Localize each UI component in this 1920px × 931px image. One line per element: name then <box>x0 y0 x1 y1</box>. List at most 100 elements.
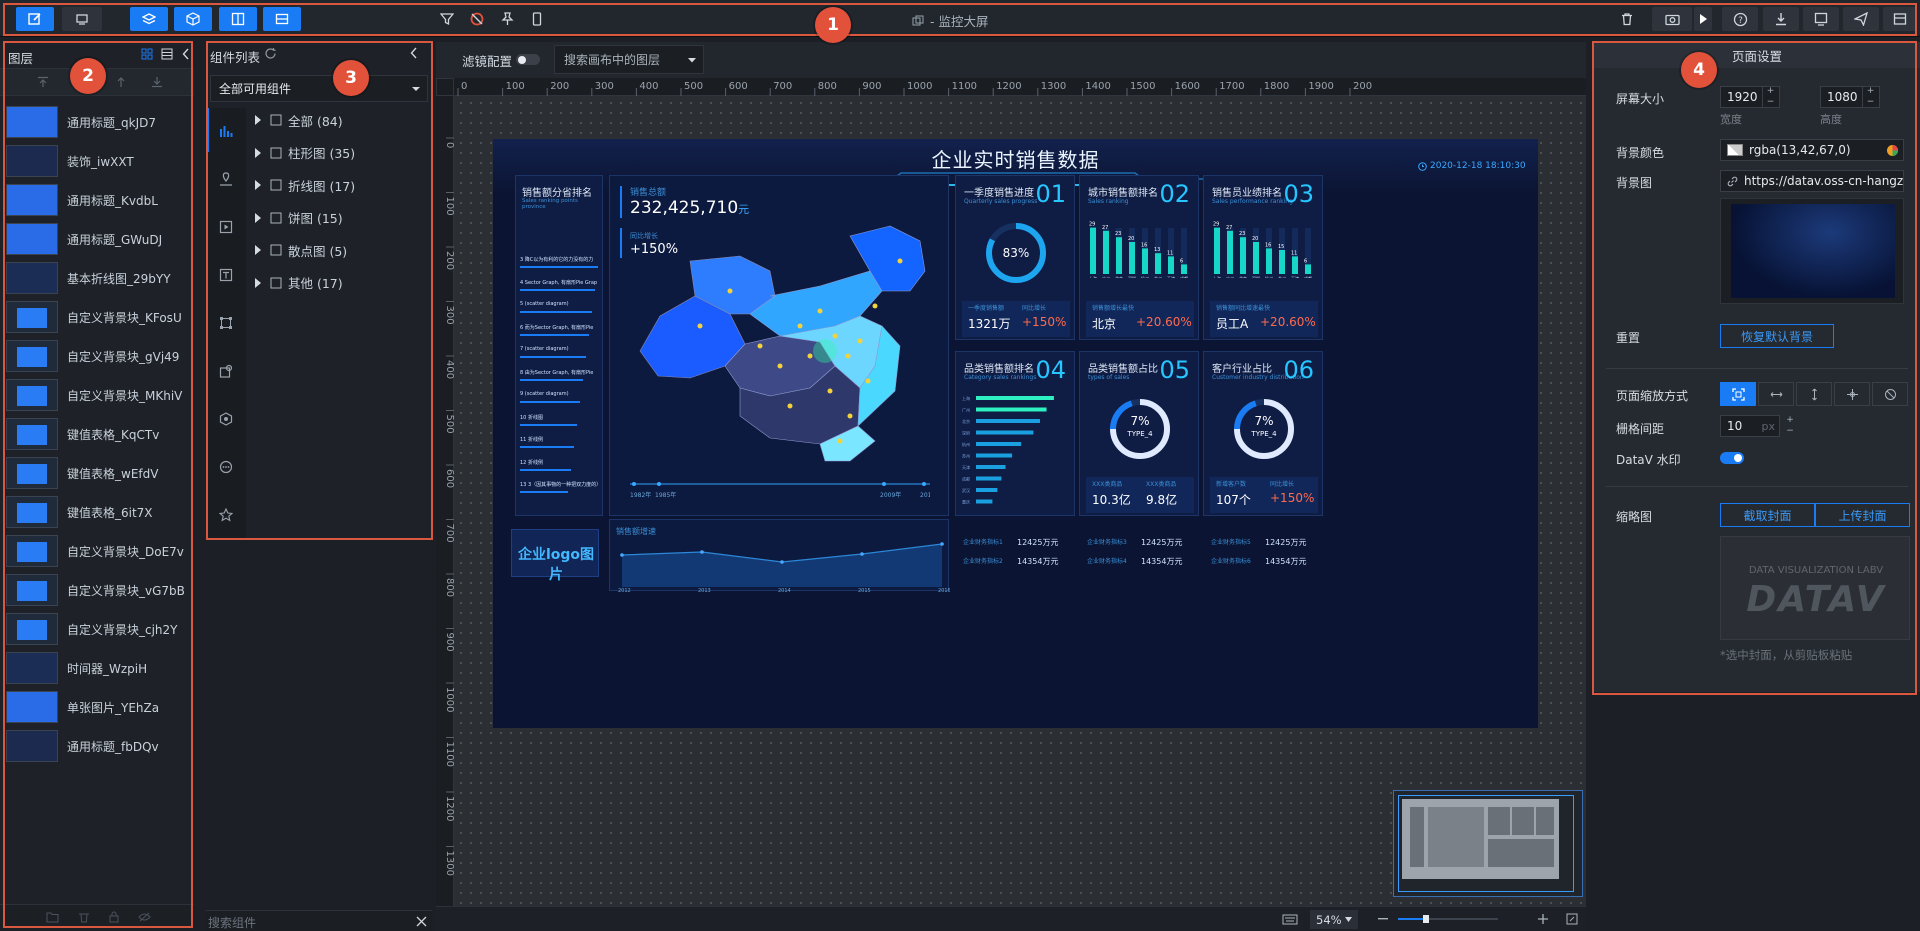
mobile-icon[interactable] <box>524 7 550 31</box>
keyboard-icon[interactable] <box>1282 914 1298 925</box>
move-top-icon[interactable] <box>36 75 50 89</box>
filter-toggle[interactable] <box>516 54 540 65</box>
layer-item[interactable]: 自定义背景块_KFosU <box>6 297 186 337</box>
color-swatch[interactable] <box>1727 144 1743 156</box>
download-icon[interactable] <box>1763 7 1799 31</box>
lock-icon[interactable] <box>108 911 120 923</box>
layer-item[interactable]: 自定义背景块_gVj49 <box>6 336 186 376</box>
bg-image-url-input[interactable]: https://datav.oss-cn-hangzhou <box>1720 170 1904 192</box>
layer-item[interactable]: 自定义背景块_DoE7v <box>6 531 186 571</box>
close-icon[interactable] <box>416 916 427 927</box>
ruler-tick-label: 1800 <box>1264 81 1289 92</box>
layer-item[interactable]: 键值表格_6it7X <box>6 492 186 532</box>
watermark-toggle[interactable] <box>1720 452 1744 464</box>
zoom-slider-track[interactable] <box>1398 915 1498 923</box>
snapshot-camera-icon[interactable] <box>1652 7 1692 31</box>
refresh-icon[interactable] <box>264 47 277 60</box>
list-view-icon[interactable] <box>160 47 174 61</box>
rail-widget-icon[interactable] <box>219 364 233 378</box>
bg-color-input[interactable]: rgba(13,42,67,0) <box>1720 139 1904 161</box>
scale-stretch-icon[interactable] <box>1834 382 1870 406</box>
folder-icon[interactable] <box>46 911 59 923</box>
trash-icon[interactable] <box>1614 7 1640 31</box>
minimap-viewport[interactable] <box>1398 795 1574 892</box>
height-stepper[interactable]: + − <box>1862 86 1878 108</box>
layer-item[interactable]: 基本折线图_29bYY <box>6 258 186 298</box>
edit-icon[interactable] <box>16 7 54 31</box>
restore-default-bg-button[interactable]: 恢复默认背景 <box>1720 324 1834 348</box>
publish-icon[interactable] <box>62 7 102 31</box>
layer-item[interactable]: 通用标题_KvdbL <box>6 180 186 220</box>
layer-item[interactable]: 装饰_iwXXT <box>6 141 186 181</box>
settings-panel-icon[interactable] <box>1883 7 1917 31</box>
collapse-panel-icon[interactable] <box>410 47 418 59</box>
move-bottom-icon[interactable] <box>150 75 164 89</box>
zoom-select[interactable]: 54% <box>1310 910 1358 929</box>
scale-width-icon[interactable] <box>1758 382 1794 406</box>
layer-item[interactable]: 单张图片_YEhZa <box>6 687 186 727</box>
rail-network-icon[interactable] <box>219 316 233 330</box>
right-panel-toggle-icon[interactable] <box>219 7 257 31</box>
filter-icon[interactable] <box>434 7 460 31</box>
collapse-left-icon[interactable] <box>180 47 192 61</box>
grid-view-icon[interactable] <box>140 47 154 61</box>
layer-item[interactable]: 通用标题_GWuDJ <box>6 219 186 259</box>
layer-item[interactable]: 通用标题_qkJD7 <box>6 102 186 142</box>
component-cube-icon[interactable] <box>174 7 212 31</box>
layers-icon[interactable] <box>130 7 168 31</box>
scale-fit-icon[interactable] <box>1720 382 1756 406</box>
category-item[interactable]: 全部 (84) <box>254 105 343 135</box>
category-item[interactable]: 其他 (17) <box>254 268 343 298</box>
rail-text-icon[interactable] <box>219 268 233 282</box>
component-search-bar[interactable]: 搜索组件 <box>206 910 432 931</box>
grid-stepper[interactable]: + − <box>1782 415 1798 437</box>
province-row-label: 10 折线图 <box>520 414 543 421</box>
rail-more-icon[interactable] <box>219 460 233 474</box>
cover-thumbnail[interactable]: DATA VISUALIZATION LABV DATAV <box>1720 536 1910 640</box>
rail-chart-icon[interactable] <box>219 124 233 138</box>
bg-image-preview[interactable] <box>1720 198 1904 304</box>
color-picker-icon[interactable] <box>1886 144 1899 157</box>
layer-item[interactable]: 通用标题_fbDQv <box>6 726 186 766</box>
minimap[interactable] <box>1393 790 1583 897</box>
sync-icon[interactable] <box>464 7 490 31</box>
send-icon[interactable] <box>1843 7 1879 31</box>
template-icon[interactable] <box>1803 7 1839 31</box>
zoom-slider-handle[interactable] <box>1423 915 1429 923</box>
layer-item[interactable]: 自定义背景块_MKhiV <box>6 375 186 415</box>
delete-layer-icon[interactable] <box>78 911 90 923</box>
rail-material-icon[interactable] <box>219 412 233 426</box>
help-icon[interactable]: ? <box>1722 7 1758 31</box>
scale-height-icon[interactable] <box>1796 382 1832 406</box>
preview-play-icon[interactable] <box>1694 7 1712 31</box>
grid-spacing-input[interactable]: 10 px <box>1720 415 1780 437</box>
zoom-in-icon[interactable] <box>1538 914 1548 924</box>
layer-item[interactable]: 自定义背景块_cjh2Y <box>6 609 186 649</box>
canvas-layer-search[interactable]: 搜索画布中的图层 <box>554 45 704 74</box>
rail-favorite-icon[interactable] <box>219 508 233 522</box>
component-filter-select[interactable]: 全部可用组件 <box>210 75 428 102</box>
width-stepper[interactable]: + − <box>1762 86 1778 108</box>
visibility-icon[interactable] <box>138 911 151 923</box>
category-item[interactable]: 折线图 (17) <box>254 170 355 200</box>
category-item[interactable]: 饼图 (15) <box>254 203 343 233</box>
rail-map-icon[interactable] <box>219 172 233 186</box>
layer-item[interactable]: 自定义背景块_vG7bB <box>6 570 186 610</box>
zoom-out-icon[interactable] <box>1378 918 1388 920</box>
screen-datetime-wrap: 2020-12-18 18:10:30 <box>1418 161 1526 171</box>
category-item[interactable]: 散点图 (5) <box>254 235 347 265</box>
fit-screen-icon[interactable] <box>1566 913 1578 925</box>
bar <box>1227 230 1233 274</box>
layer-item[interactable]: 键值表格_wEfdV <box>6 453 186 493</box>
pin-icon[interactable] <box>494 7 520 31</box>
layer-item[interactable]: 时间器_WzpiH <box>6 648 186 688</box>
scale-none-icon[interactable] <box>1872 382 1908 406</box>
upload-cover-button[interactable]: 上传封面 <box>1815 503 1910 527</box>
move-up-icon[interactable] <box>114 75 128 89</box>
category-item[interactable]: 柱形图 (35) <box>254 138 355 168</box>
rail-media-icon[interactable] <box>219 220 233 234</box>
layer-item[interactable]: 键值表格_KqCTv <box>6 414 186 454</box>
toolbox-icon[interactable] <box>263 7 301 31</box>
capture-cover-button[interactable]: 截取封面 <box>1720 503 1815 527</box>
dashboard-screen[interactable]: 企业实时销售数据 2020-12-18 18:10:30 销售额分省排名 Sal… <box>493 139 1538 728</box>
